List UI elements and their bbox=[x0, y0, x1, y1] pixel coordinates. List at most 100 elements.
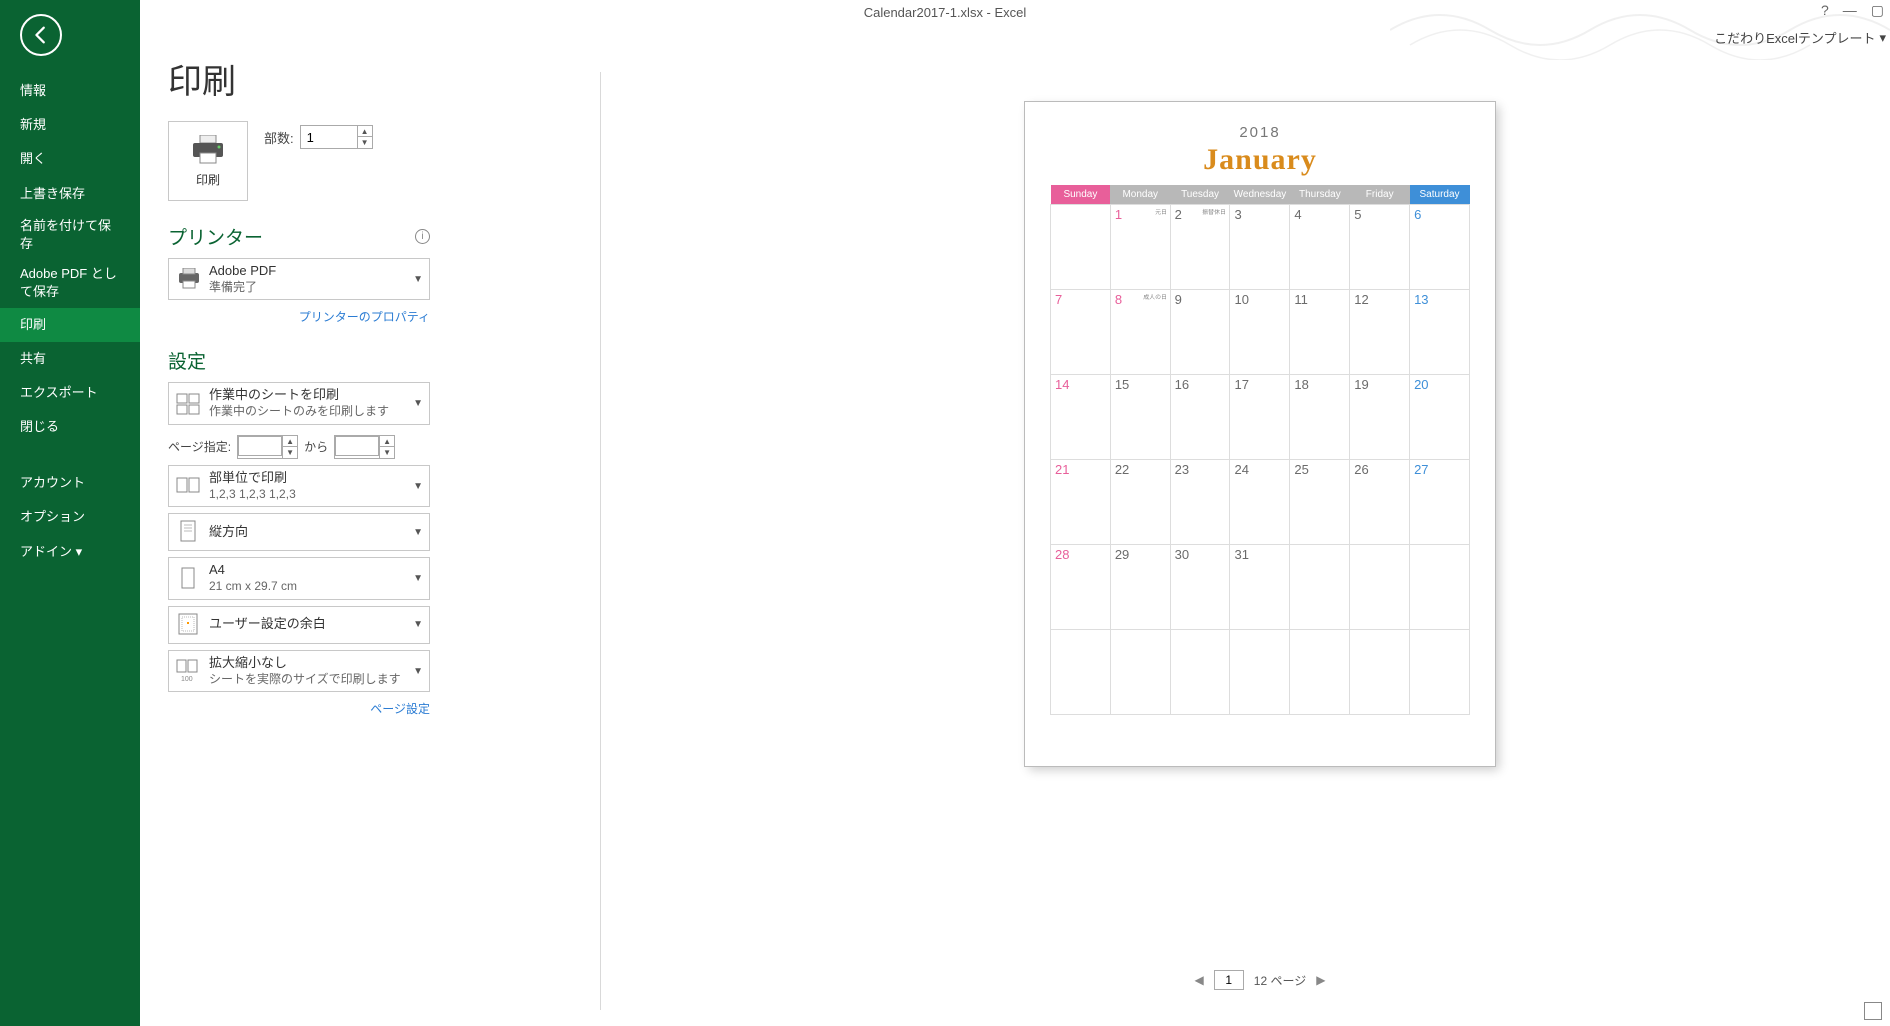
copies-spinner[interactable]: ▲▼ bbox=[300, 125, 373, 149]
nav-export[interactable]: エクスポート bbox=[0, 376, 140, 410]
calendar-cell: 29 bbox=[1110, 545, 1170, 630]
print-button[interactable]: 印刷 bbox=[168, 121, 248, 201]
nav-saveas[interactable]: 名前を付けて保存 bbox=[0, 211, 140, 259]
printer-status: 準備完了 bbox=[209, 280, 413, 296]
portrait-icon bbox=[175, 518, 203, 546]
titlebar: Calendar2017-1.xlsx - Excel ? — ▢ bbox=[0, 0, 1890, 24]
calendar-cell: 27 bbox=[1410, 460, 1470, 545]
nav-account[interactable]: アカウント bbox=[0, 466, 140, 500]
window-controls: ? — ▢ bbox=[1821, 2, 1884, 19]
margins-dropdown[interactable]: ユーザー設定の余白 ▼ bbox=[168, 606, 430, 644]
printer-dropdown[interactable]: Adobe PDF準備完了 ▼ bbox=[168, 258, 430, 300]
sheets-icon bbox=[175, 390, 203, 418]
nav-share[interactable]: 共有 bbox=[0, 342, 140, 376]
help-icon[interactable]: ? bbox=[1821, 2, 1829, 19]
nav-open[interactable]: 開く bbox=[0, 142, 140, 176]
nav-print[interactable]: 印刷 bbox=[0, 308, 140, 342]
calendar-cell: 3 bbox=[1230, 205, 1290, 290]
collate-sub: 1,2,3 1,2,3 1,2,3 bbox=[209, 487, 413, 503]
print-what-dropdown[interactable]: 作業中のシートを印刷作業中のシートのみを印刷します ▼ bbox=[168, 382, 430, 424]
paper-title: A4 bbox=[209, 562, 413, 579]
paper-icon bbox=[175, 565, 203, 593]
margins-icon bbox=[175, 611, 203, 639]
copies-label: 部数: bbox=[264, 128, 294, 147]
orientation-dropdown[interactable]: 縦方向 ▼ bbox=[168, 513, 430, 551]
calendar-cell: 8成人の日 bbox=[1110, 290, 1170, 375]
info-icon[interactable]: i bbox=[415, 229, 430, 244]
prev-page-icon[interactable]: ◀ bbox=[1195, 973, 1204, 987]
print-what-sub: 作業中のシートのみを印刷します bbox=[209, 404, 413, 420]
back-button[interactable] bbox=[20, 14, 62, 56]
up-icon[interactable]: ▲ bbox=[380, 436, 394, 447]
collate-dropdown[interactable]: 部単位で印刷1,2,3 1,2,3 1,2,3 ▼ bbox=[168, 465, 430, 507]
nav-save[interactable]: 上書き保存 bbox=[0, 177, 140, 211]
minimize-icon[interactable]: — bbox=[1843, 2, 1857, 19]
up-icon[interactable]: ▲ bbox=[283, 436, 297, 447]
day-header-thu: Thursday bbox=[1290, 185, 1350, 205]
chevron-down-icon: ▼ bbox=[413, 398, 423, 409]
scaling-dropdown[interactable]: 100 拡大縮小なしシートを実際のサイズで印刷します ▼ bbox=[168, 650, 430, 692]
calendar-cell bbox=[1350, 545, 1410, 630]
page-from-spinner[interactable]: ▲▼ bbox=[237, 435, 298, 459]
calendar-cell: 6 bbox=[1410, 205, 1470, 290]
next-page-icon[interactable]: ▶ bbox=[1316, 973, 1325, 987]
nav-adobe-pdf[interactable]: Adobe PDF として保存 bbox=[0, 259, 140, 307]
calendar-cell: 13 bbox=[1410, 290, 1470, 375]
svg-text:100: 100 bbox=[181, 676, 193, 683]
preview-page: 2018 January Sunday Monday Tuesday Wedne… bbox=[1025, 102, 1495, 766]
calendar-cell: 23 bbox=[1170, 460, 1230, 545]
pages-label: ページ指定: bbox=[168, 438, 231, 455]
page-to-spinner[interactable]: ▲▼ bbox=[334, 435, 395, 459]
calendar-cell bbox=[1051, 630, 1111, 715]
calendar-cell: 25 bbox=[1290, 460, 1350, 545]
backstage-sidebar: 情報 新規 開く 上書き保存 名前を付けて保存 Adobe PDF として保存 … bbox=[0, 0, 140, 1026]
page-number-input[interactable] bbox=[1214, 970, 1244, 990]
calendar-cell: 9 bbox=[1170, 290, 1230, 375]
calendar-cell: 2振替休日 bbox=[1170, 205, 1230, 290]
calendar-cell bbox=[1290, 630, 1350, 715]
printer-name: Adobe PDF bbox=[209, 263, 413, 280]
calendar-cell: 15 bbox=[1110, 375, 1170, 460]
calendar-cell: 22 bbox=[1110, 460, 1170, 545]
page-setup-link[interactable]: ページ設定 bbox=[168, 700, 430, 717]
down-icon[interactable]: ▼ bbox=[380, 447, 394, 458]
day-header-fri: Friday bbox=[1350, 185, 1410, 205]
calendar-cell: 18 bbox=[1290, 375, 1350, 460]
page-to-input[interactable] bbox=[335, 436, 379, 456]
calendar-cell: 30 bbox=[1170, 545, 1230, 630]
calendar-cell: 17 bbox=[1230, 375, 1290, 460]
copies-up-icon[interactable]: ▲ bbox=[358, 126, 372, 137]
calendar-cell: 14 bbox=[1051, 375, 1111, 460]
calendar-cell: 26 bbox=[1350, 460, 1410, 545]
collate-title: 部単位で印刷 bbox=[209, 470, 413, 487]
nav-info[interactable]: 情報 bbox=[0, 74, 140, 108]
calendar-cell: 4 bbox=[1290, 205, 1350, 290]
calendar-cell: 1元日 bbox=[1110, 205, 1170, 290]
calendar-cell: 20 bbox=[1410, 375, 1470, 460]
down-icon[interactable]: ▼ bbox=[283, 447, 297, 458]
nav-new[interactable]: 新規 bbox=[0, 108, 140, 142]
day-header-sun: Sunday bbox=[1051, 185, 1111, 205]
chevron-down-icon: ▼ bbox=[413, 481, 423, 492]
calendar-cell: 10 bbox=[1230, 290, 1290, 375]
calendar-cell: 28 bbox=[1051, 545, 1111, 630]
calendar-cell: 7 bbox=[1051, 290, 1111, 375]
margins-title: ユーザー設定の余白 bbox=[209, 616, 413, 633]
copies-input[interactable] bbox=[301, 126, 357, 148]
vertical-divider bbox=[600, 72, 601, 1010]
calendar-cell: 11 bbox=[1290, 290, 1350, 375]
paper-dropdown[interactable]: A421 cm x 29.7 cm ▼ bbox=[168, 557, 430, 599]
nav-close[interactable]: 閉じる bbox=[0, 410, 140, 444]
nav-addin[interactable]: アドイン ▾ bbox=[0, 535, 140, 569]
scaling-icon: 100 bbox=[175, 657, 203, 685]
printer-properties-link[interactable]: プリンターのプロパティ bbox=[168, 308, 430, 325]
restore-icon[interactable]: ▢ bbox=[1871, 2, 1884, 19]
zoom-to-page-icon[interactable] bbox=[1864, 1002, 1882, 1020]
settings-section-heading: 設定 bbox=[168, 347, 430, 374]
calendar-cell bbox=[1410, 630, 1470, 715]
nav-options[interactable]: オプション bbox=[0, 500, 140, 534]
calendar-cell bbox=[1051, 205, 1111, 290]
page-from-input[interactable] bbox=[238, 436, 282, 456]
copies-down-icon[interactable]: ▼ bbox=[358, 137, 372, 148]
calendar-cell: 19 bbox=[1350, 375, 1410, 460]
